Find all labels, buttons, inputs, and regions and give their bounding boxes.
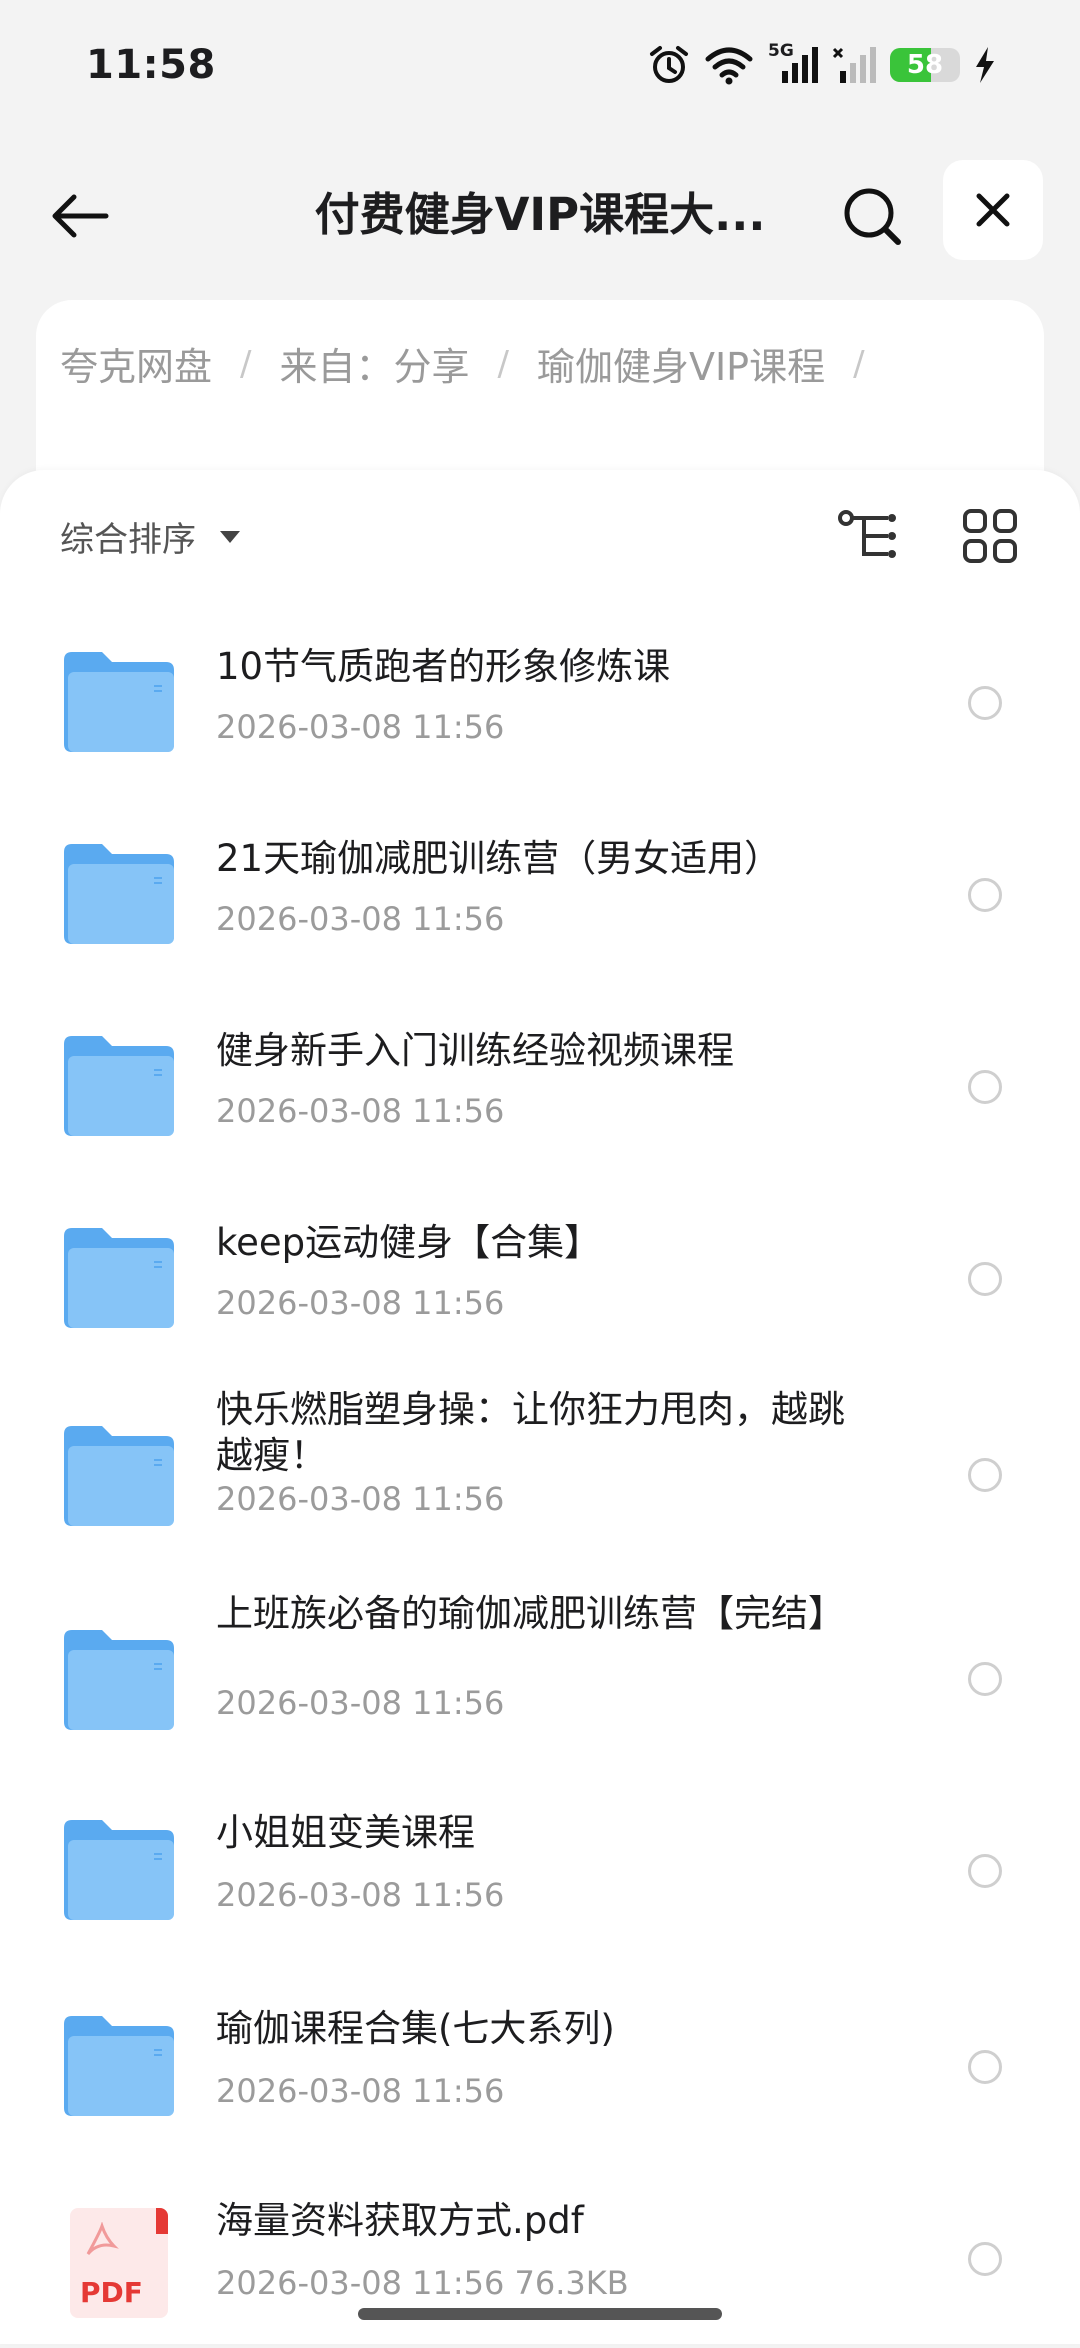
- file-meta: 2026-03-08 11:56: [216, 2072, 505, 2110]
- folder-icon: [64, 1426, 174, 1526]
- folder-icon: [64, 1228, 174, 1328]
- file-meta: 2026-03-08 11:56: [216, 1684, 505, 1722]
- file-meta: 2026-03-08 11:56: [216, 900, 505, 938]
- file-meta: 2026-03-08 11:56: [216, 1480, 505, 1518]
- breadcrumb-separator: /: [853, 343, 865, 384]
- file-name: keep运动健身【合集】: [216, 1221, 602, 1264]
- select-checkbox[interactable]: [968, 1854, 1002, 1888]
- file-name: 21天瑜伽减肥训练营（男女适用）: [216, 837, 782, 880]
- file-list: 10节气质跑者的形象修炼课 2026-03-08 11:56 21天瑜伽减肥训练…: [0, 600, 1080, 2348]
- file-name: 海量资料获取方式.pdf: [216, 2199, 584, 2242]
- breadcrumb-item-current[interactable]: 瑜伽健身VIP课程: [537, 336, 825, 391]
- status-icons: 5G 58: [648, 41, 996, 86]
- home-indicator[interactable]: [358, 2308, 722, 2320]
- file-row[interactable]: 上班族必备的瑜伽减肥训练营【完结】 2026-03-08 11:56: [0, 1580, 1080, 1780]
- folder-icon: [64, 1630, 174, 1730]
- tree-structure-icon: [838, 510, 896, 558]
- breadcrumb-separator: /: [240, 343, 252, 384]
- acrobat-glyph-icon: [86, 2222, 119, 2256]
- file-row[interactable]: keep运动健身【合集】 2026-03-08 11:56: [0, 1176, 1080, 1376]
- select-checkbox[interactable]: [968, 2242, 1002, 2276]
- folder-icon: [64, 1820, 174, 1920]
- alarm-icon: [650, 46, 688, 83]
- grid-view-icon: [963, 509, 1017, 563]
- file-row[interactable]: PDF 海量资料获取方式.pdf 2026-03-08 11:56 76.3KB: [0, 2168, 1080, 2348]
- breadcrumb-item-root[interactable]: 夸克网盘: [60, 336, 212, 391]
- file-meta: 2026-03-08 11:56: [216, 1876, 505, 1914]
- cellular-weak-icon: [832, 47, 876, 83]
- header: 付费健身VIP课程大...: [0, 150, 1080, 270]
- breadcrumb: 夸克网盘 / 来自：分享 / 瑜伽健身VIP课程 /: [60, 336, 865, 391]
- pdf-file-icon: PDF: [70, 2208, 168, 2318]
- back-button[interactable]: [44, 180, 116, 252]
- search-button[interactable]: [832, 176, 912, 256]
- select-checkbox[interactable]: [968, 878, 1002, 912]
- select-checkbox[interactable]: [968, 1662, 1002, 1696]
- folder-icon: [64, 844, 174, 944]
- file-meta: 2026-03-08 11:56: [216, 1092, 505, 1130]
- folder-icon: [64, 652, 174, 752]
- sort-dropdown[interactable]: 综合排序: [60, 512, 240, 561]
- arrow-left-icon: [52, 194, 109, 238]
- grid-view-button[interactable]: [962, 508, 1018, 564]
- select-checkbox[interactable]: [968, 1458, 1002, 1492]
- file-row[interactable]: 瑜伽课程合集(七大系列) 2026-03-08 11:56: [0, 1976, 1080, 2168]
- breadcrumb-separator: /: [497, 343, 509, 384]
- file-meta: 2026-03-08 11:56: [216, 708, 505, 746]
- select-checkbox[interactable]: [968, 2050, 1002, 2084]
- file-row[interactable]: 10节气质跑者的形象修炼课 2026-03-08 11:56: [0, 600, 1080, 792]
- battery-indicator: 58: [890, 48, 960, 82]
- tree-view-button[interactable]: [836, 508, 900, 568]
- file-row[interactable]: 21天瑜伽减肥训练营（男女适用） 2026-03-08 11:56: [0, 792, 1080, 984]
- file-meta: 2026-03-08 11:56: [216, 1284, 505, 1322]
- breadcrumb-card: [36, 300, 1044, 490]
- breadcrumb-item-share[interactable]: 来自：分享: [279, 336, 469, 391]
- file-name: 上班族必备的瑜伽减肥训练营【完结】: [216, 1592, 845, 1635]
- search-icon: [844, 188, 901, 245]
- file-name: 小姐姐变美课程: [216, 1811, 475, 1854]
- status-time: 11:58: [86, 42, 216, 88]
- sort-label: 综合排序: [60, 520, 196, 560]
- file-meta: 2026-03-08 11:56 76.3KB: [216, 2264, 629, 2302]
- select-checkbox[interactable]: [968, 1070, 1002, 1104]
- battery-level: 58: [906, 50, 944, 80]
- file-name: 10节气质跑者的形象修炼课: [216, 645, 671, 688]
- charging-icon: [976, 47, 994, 83]
- file-name: 快乐燃脂塑身操：让你狂力甩肉，越跳越瘦！: [216, 1388, 845, 1477]
- folder-icon: [64, 1036, 174, 1136]
- wifi-icon: [705, 47, 753, 85]
- close-icon: [976, 193, 1010, 227]
- file-name: 瑜伽课程合集(七大系列): [216, 2007, 615, 2050]
- cellular-5g-icon: 5G: [768, 41, 818, 85]
- status-bar: 11:58 5G 58: [0, 0, 1080, 130]
- pdf-icon-label: PDF: [80, 2276, 143, 2309]
- file-row[interactable]: 快乐燃脂塑身操：让你狂力甩肉，越跳越瘦！ 2026-03-08 11:56: [0, 1376, 1080, 1580]
- select-checkbox[interactable]: [968, 1262, 1002, 1296]
- pdf-corner: [156, 2208, 168, 2234]
- close-button[interactable]: [943, 160, 1043, 260]
- select-checkbox[interactable]: [968, 686, 1002, 720]
- page-title: 付费健身VIP课程大...: [314, 188, 766, 241]
- file-name: 健身新手入门训练经验视频课程: [216, 1029, 734, 1072]
- folder-icon: [64, 2016, 174, 2116]
- file-row[interactable]: 小姐姐变美课程 2026-03-08 11:56: [0, 1780, 1080, 1976]
- file-row[interactable]: 健身新手入门训练经验视频课程 2026-03-08 11:56: [0, 984, 1080, 1176]
- chevron-down-icon: [220, 530, 240, 543]
